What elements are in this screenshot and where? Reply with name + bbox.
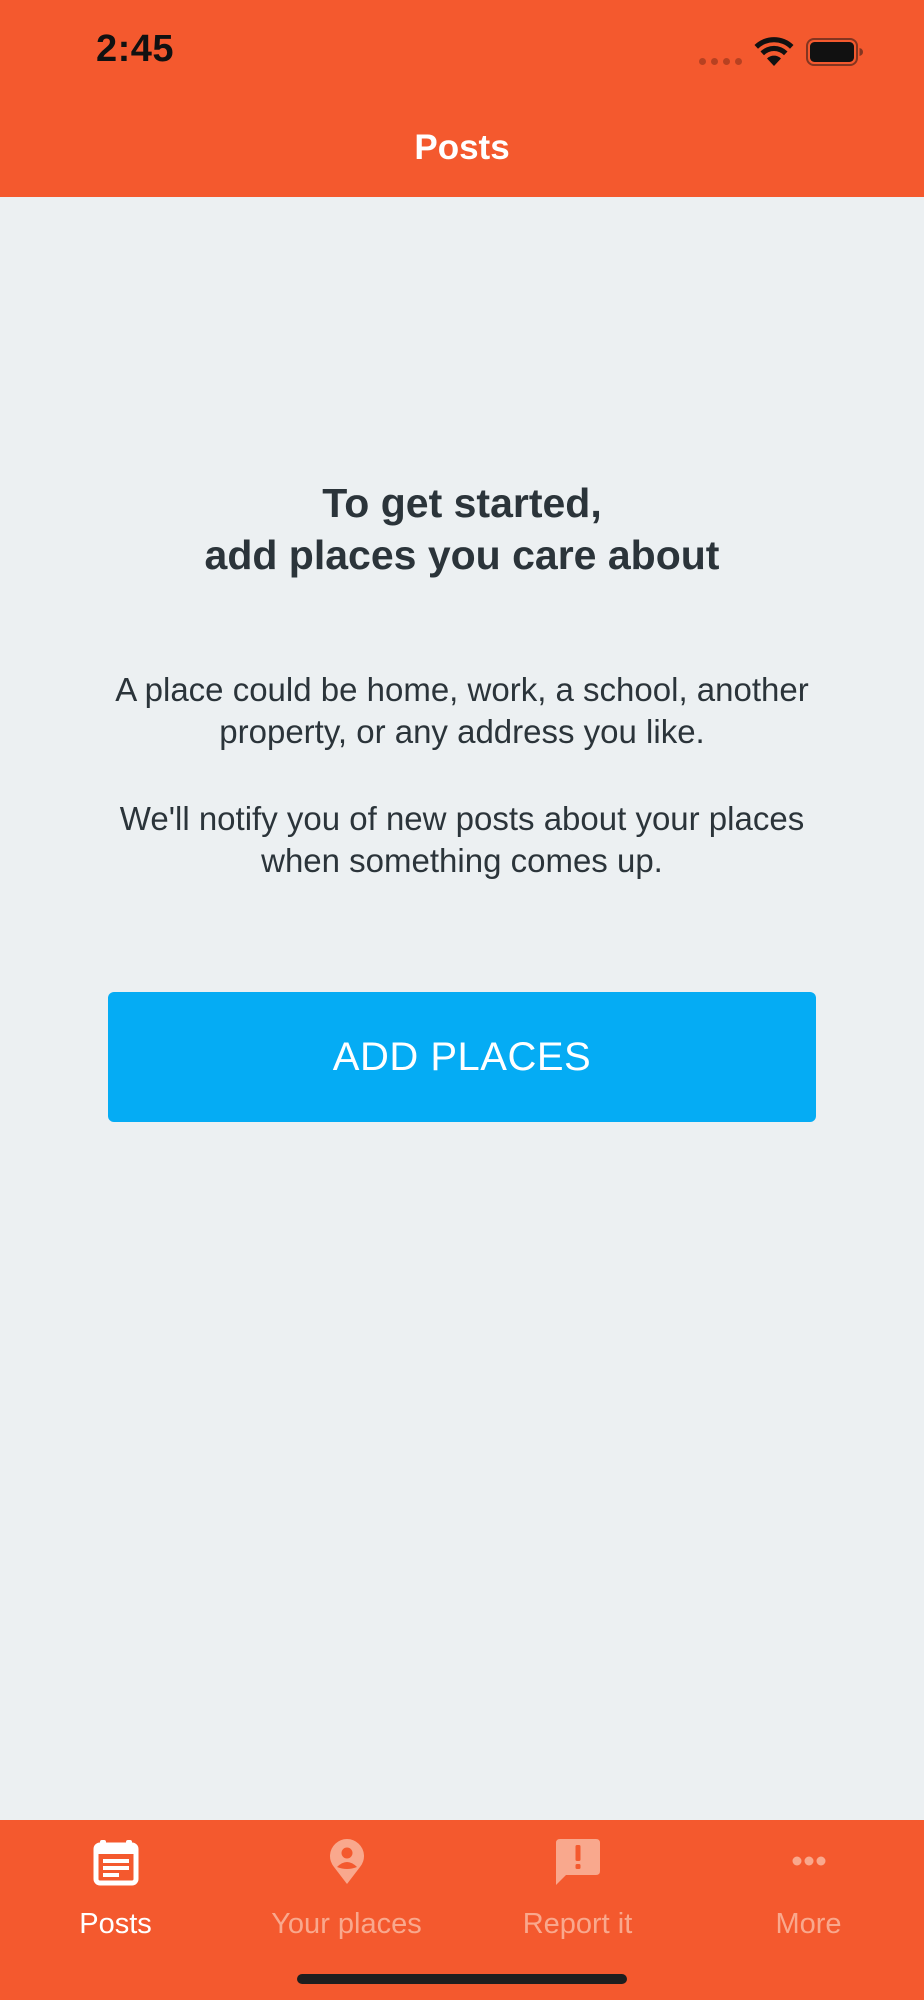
status-bar: 2:45 xyxy=(0,0,924,104)
notification-description: We'll notify you of new posts about your… xyxy=(60,798,864,882)
battery-icon xyxy=(806,38,863,66)
navigation-bar: Posts xyxy=(0,104,924,197)
place-pin-icon xyxy=(329,1839,364,1884)
tab-posts[interactable]: Posts xyxy=(0,1820,231,1960)
tab-posts-label: Posts xyxy=(79,1908,152,1940)
tab-your-places[interactable]: Your places xyxy=(231,1820,462,1960)
tab-bar: Posts Your places Report it More xyxy=(0,1820,924,2000)
posts-icon xyxy=(93,1840,138,1886)
notification-description-line-1: We'll notify you of new posts about your… xyxy=(119,800,805,837)
tab-report-it[interactable]: Report it xyxy=(462,1820,693,1960)
notification-description-line-2: when something comes up. xyxy=(261,842,663,879)
empty-state-heading: To get started, add places you care abou… xyxy=(0,477,924,581)
places-description-line-2: property, or any address you like. xyxy=(219,713,705,750)
places-description: A place could be home, work, a school, a… xyxy=(60,669,864,753)
more-icon xyxy=(792,1856,825,1866)
tab-more[interactable]: More xyxy=(693,1820,924,1960)
tab-report-it-label: Report it xyxy=(522,1908,633,1940)
empty-state: To get started, add places you care abou… xyxy=(0,197,924,1820)
add-places-button[interactable]: ADD PLACES xyxy=(108,992,816,1122)
places-description-line-1: A place could be home, work, a school, a… xyxy=(115,671,809,708)
wifi-icon xyxy=(754,37,794,66)
heading-line-1: To get started, xyxy=(322,480,602,526)
status-time: 2:45 xyxy=(96,28,175,70)
tab-more-label: More xyxy=(775,1908,842,1940)
page-title: Posts xyxy=(414,128,510,167)
heading-line-2: add places you care about xyxy=(204,532,720,578)
home-indicator xyxy=(297,1974,627,1984)
report-icon xyxy=(555,1839,600,1885)
cellular-signal-icon xyxy=(699,58,742,65)
tab-your-places-label: Your places xyxy=(271,1908,422,1940)
